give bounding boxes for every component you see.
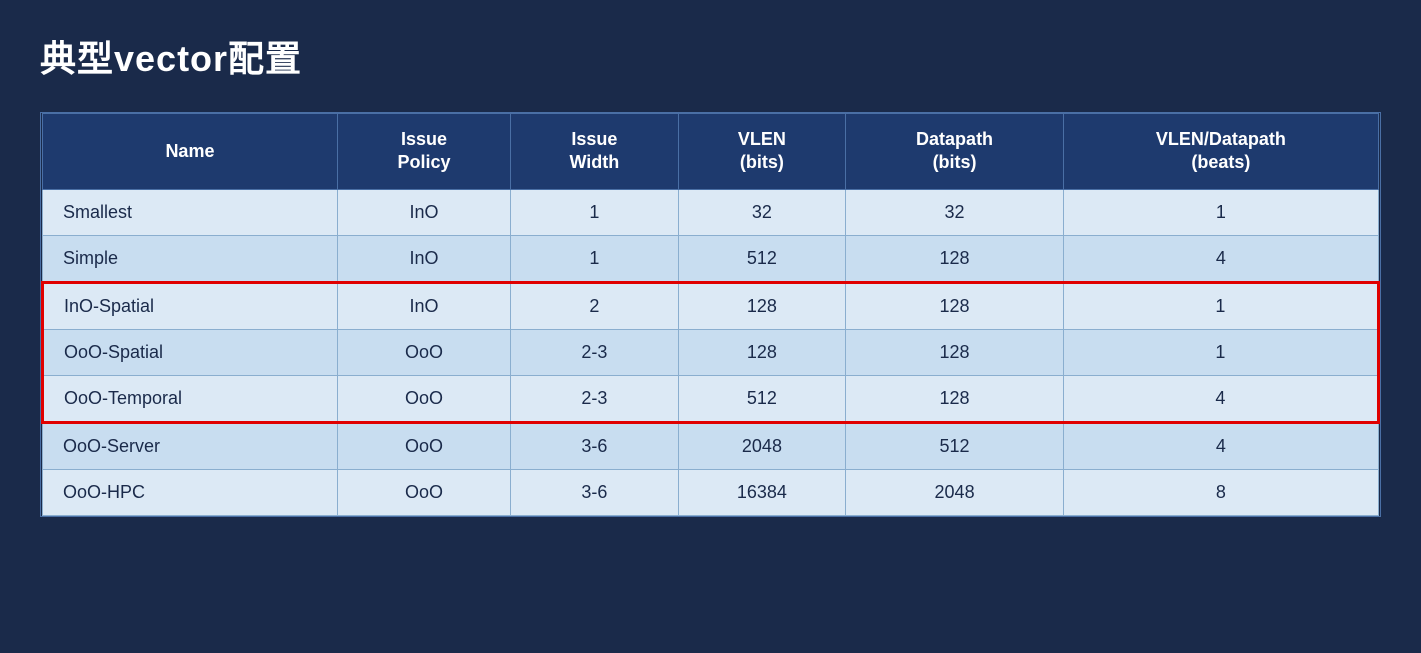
cell-issue_policy: OoO	[337, 469, 510, 515]
table-row: InO-SpatialInO21281281	[43, 282, 1379, 329]
cell-vlen_datapath_beats: 4	[1063, 235, 1378, 282]
cell-vlen_bits: 512	[678, 235, 846, 282]
cell-vlen_bits: 2048	[678, 422, 846, 469]
page-title: 典型vector配置	[40, 30, 1381, 82]
cell-vlen_datapath_beats: 4	[1063, 375, 1378, 422]
cell-vlen_datapath_beats: 1	[1063, 189, 1378, 235]
cell-datapath_bits: 128	[846, 235, 1063, 282]
table-row: OoO-SpatialOoO2-31281281	[43, 329, 1379, 375]
cell-issue_policy: OoO	[337, 329, 510, 375]
cell-name: OoO-Temporal	[43, 375, 338, 422]
cell-issue_policy: InO	[337, 235, 510, 282]
table-row: SmallestInO132321	[43, 189, 1379, 235]
col-header-issue-policy: IssuePolicy	[337, 114, 510, 190]
cell-issue_width: 3-6	[511, 422, 678, 469]
vector-config-table: Name IssuePolicy IssueWidth VLEN(bits) D…	[40, 112, 1381, 517]
cell-vlen_bits: 128	[678, 282, 846, 329]
table-row: OoO-HPCOoO3-61638420488	[43, 469, 1379, 515]
table-row: SimpleInO15121284	[43, 235, 1379, 282]
cell-vlen_bits: 128	[678, 329, 846, 375]
col-header-datapath-bits: Datapath(bits)	[846, 114, 1063, 190]
cell-vlen_bits: 32	[678, 189, 846, 235]
cell-issue_width: 2	[511, 282, 678, 329]
cell-name: OoO-HPC	[43, 469, 338, 515]
cell-issue_policy: InO	[337, 189, 510, 235]
cell-datapath_bits: 32	[846, 189, 1063, 235]
cell-issue_width: 1	[511, 235, 678, 282]
cell-datapath_bits: 128	[846, 329, 1063, 375]
cell-issue_policy: InO	[337, 282, 510, 329]
table-row: OoO-TemporalOoO2-35121284	[43, 375, 1379, 422]
cell-vlen_bits: 512	[678, 375, 846, 422]
cell-datapath_bits: 128	[846, 282, 1063, 329]
cell-issue_width: 2-3	[511, 375, 678, 422]
cell-vlen_datapath_beats: 1	[1063, 282, 1378, 329]
col-header-name: Name	[43, 114, 338, 190]
col-header-vlen-datapath-beats: VLEN/Datapath(beats)	[1063, 114, 1378, 190]
cell-datapath_bits: 2048	[846, 469, 1063, 515]
cell-name: Smallest	[43, 189, 338, 235]
table-row: OoO-ServerOoO3-620485124	[43, 422, 1379, 469]
cell-issue_width: 2-3	[511, 329, 678, 375]
cell-issue_policy: OoO	[337, 422, 510, 469]
cell-name: OoO-Spatial	[43, 329, 338, 375]
cell-vlen_datapath_beats: 1	[1063, 329, 1378, 375]
cell-name: OoO-Server	[43, 422, 338, 469]
cell-vlen_bits: 16384	[678, 469, 846, 515]
col-header-vlen-bits: VLEN(bits)	[678, 114, 846, 190]
cell-datapath_bits: 512	[846, 422, 1063, 469]
cell-vlen_datapath_beats: 4	[1063, 422, 1378, 469]
cell-name: Simple	[43, 235, 338, 282]
cell-issue_policy: OoO	[337, 375, 510, 422]
cell-issue_width: 1	[511, 189, 678, 235]
table-header-row: Name IssuePolicy IssueWidth VLEN(bits) D…	[43, 114, 1379, 190]
cell-vlen_datapath_beats: 8	[1063, 469, 1378, 515]
col-header-issue-width: IssueWidth	[511, 114, 678, 190]
cell-name: InO-Spatial	[43, 282, 338, 329]
cell-issue_width: 3-6	[511, 469, 678, 515]
cell-datapath_bits: 128	[846, 375, 1063, 422]
